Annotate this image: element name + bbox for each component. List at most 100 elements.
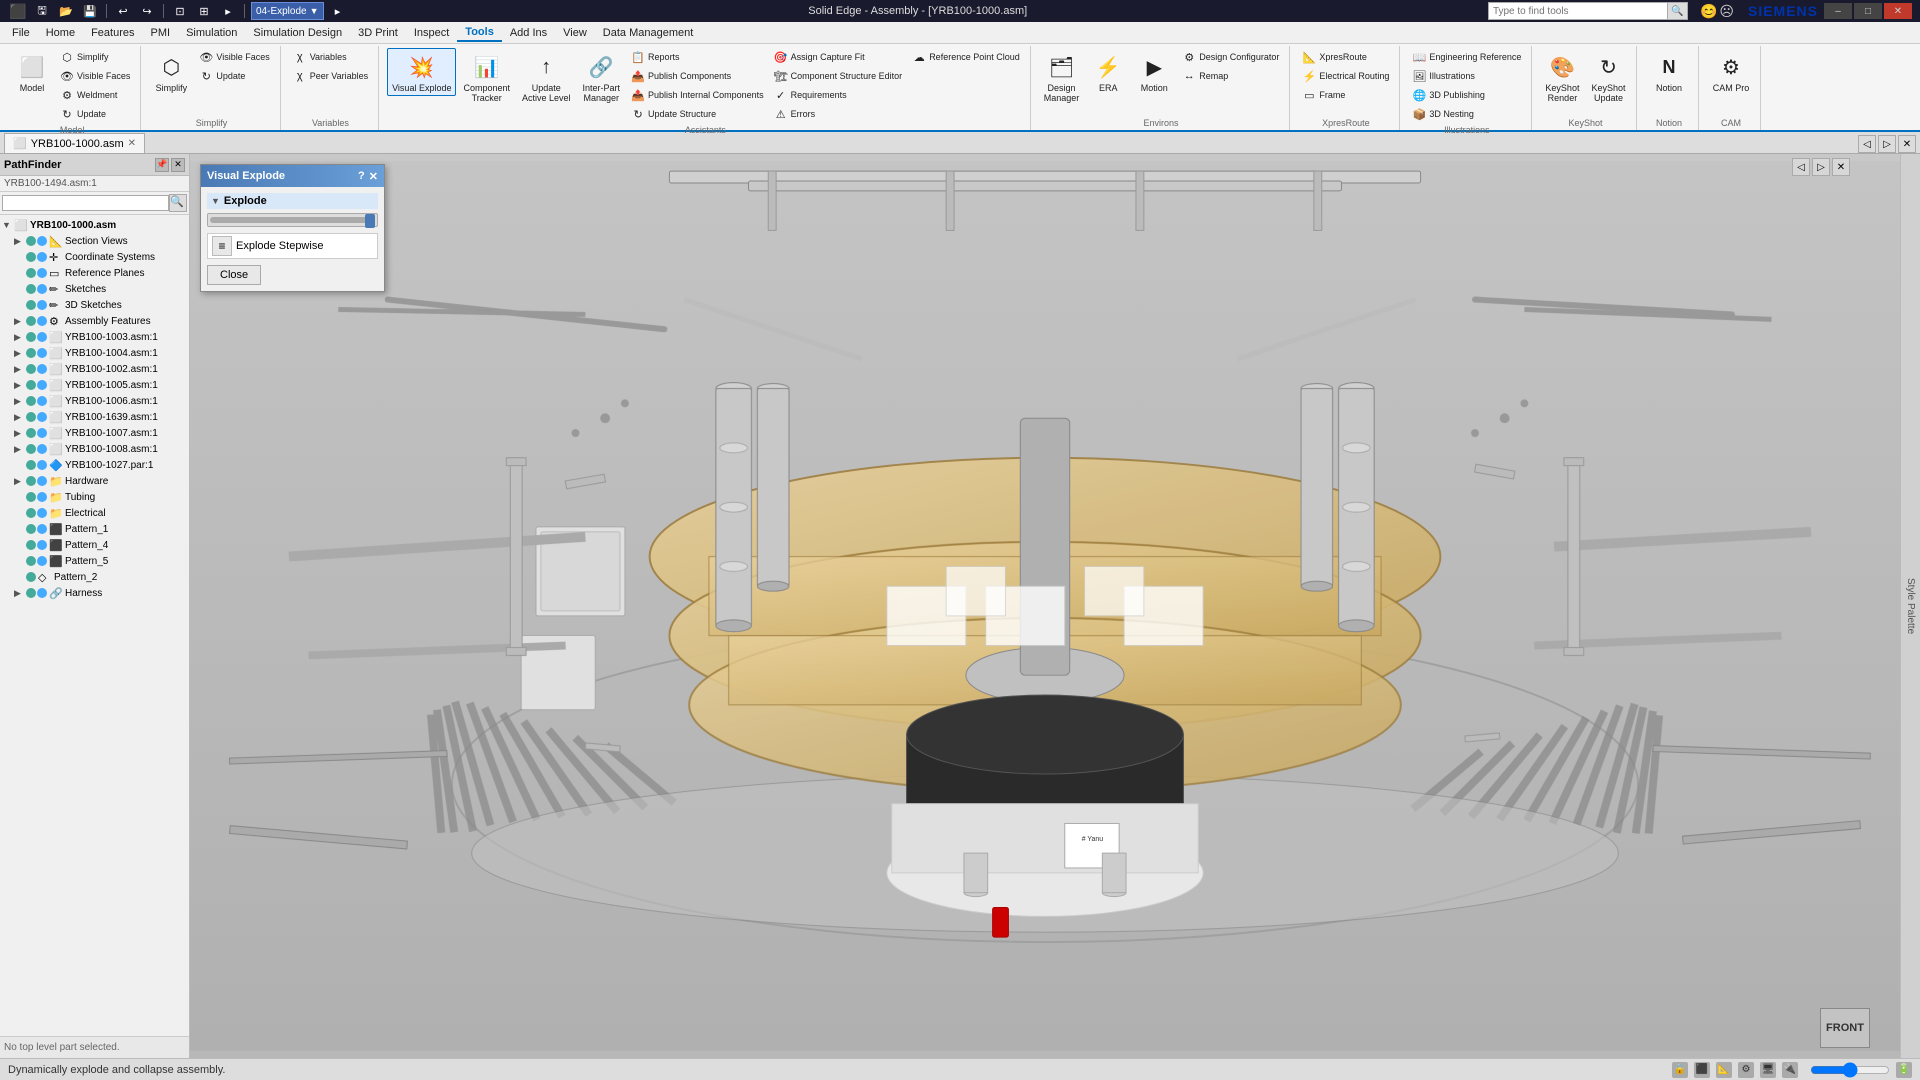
menu-data-mgmt[interactable]: Data Management	[595, 25, 702, 41]
publish-internal-button[interactable]: 📤 Publish Internal Components	[627, 86, 768, 104]
inter-part-manager-button[interactable]: 🔗 Inter-PartManager	[578, 48, 626, 106]
engineering-ref-button[interactable]: 📖 Engineering Reference	[1408, 48, 1525, 66]
tree-node-3d-sketches[interactable]: ✏ 3D Sketches	[2, 297, 187, 313]
xpresroute-button[interactable]: 📐 XpresRoute	[1298, 48, 1393, 66]
1004-expand[interactable]: ▶	[14, 348, 26, 359]
simplify-lg-button[interactable]: ⬡ Simplify	[149, 48, 193, 96]
visible-faces-button[interactable]: 👁 Visible Faces	[56, 67, 134, 85]
menu-simulation[interactable]: Simulation	[178, 25, 245, 41]
tree-node-1005[interactable]: ▶ ⬜ YRB100-1005.asm:1	[2, 377, 187, 393]
frame-button[interactable]: ▭ Frame	[1298, 86, 1393, 104]
tree-search-input[interactable]	[2, 195, 169, 211]
tree-node-electrical[interactable]: 📁 Electrical	[2, 505, 187, 521]
1008-expand[interactable]: ▶	[14, 444, 26, 455]
tree-node-ref-planes[interactable]: ▭ Reference Planes	[2, 265, 187, 281]
root-expand[interactable]: ▼	[2, 220, 14, 230]
status-icon-1[interactable]: 🔒	[1672, 1062, 1688, 1078]
tree-node-pattern1[interactable]: ⬛ Pattern_1	[2, 521, 187, 537]
explode-slider[interactable]	[207, 213, 378, 227]
1007-expand[interactable]: ▶	[14, 428, 26, 439]
qat-new[interactable]: 🖫	[32, 2, 52, 20]
tree-node-1007[interactable]: ▶ ⬜ YRB100-1007.asm:1	[2, 425, 187, 441]
1006-expand[interactable]: ▶	[14, 396, 26, 407]
tree-node-1008[interactable]: ▶ ⬜ YRB100-1008.asm:1	[2, 441, 187, 457]
update-structure-button[interactable]: ↻ Update Structure	[627, 105, 768, 123]
notion-button[interactable]: N Notion	[1647, 48, 1691, 96]
update-active-level-button[interactable]: ↑ UpdateActive Level	[517, 48, 576, 106]
qat-btn5[interactable]: ▸	[218, 2, 238, 20]
update-sm-button[interactable]: ↻ Update	[195, 67, 273, 85]
status-icon-3[interactable]: 📐	[1716, 1062, 1732, 1078]
menu-addins[interactable]: Add Ins	[502, 25, 555, 41]
sv-expand[interactable]: ▶	[14, 236, 26, 247]
pathfinder-pin[interactable]: 📌	[155, 158, 169, 172]
find-button[interactable]: 🔍	[1668, 2, 1688, 20]
af-expand[interactable]: ▶	[14, 316, 26, 327]
status-icon-2[interactable]: ⬛	[1694, 1062, 1710, 1078]
reports-button[interactable]: 📋 Reports	[627, 48, 768, 66]
menu-3dprint[interactable]: 3D Print	[350, 25, 406, 41]
era-button[interactable]: ⚡ ERA	[1086, 48, 1130, 96]
1003-expand[interactable]: ▶	[14, 332, 26, 343]
status-icon-6[interactable]: 🔌	[1782, 1062, 1798, 1078]
tree-node-sketches[interactable]: ✏ Sketches	[2, 281, 187, 297]
keyshot-render-button[interactable]: 🎨 KeyShotRender	[1540, 48, 1584, 106]
component-tracker-button[interactable]: 📊 ComponentTracker	[458, 48, 515, 106]
doc-tab-yrb100[interactable]: ⬜ YRB100-1000.asm ✕	[4, 133, 145, 153]
view-nav-forward[interactable]: ▷	[1878, 135, 1896, 153]
tree-node-1003[interactable]: ▶ ⬜ YRB100-1003.asm:1	[2, 329, 187, 345]
remap-button[interactable]: ↔ Remap	[1178, 67, 1283, 85]
visual-explode-button[interactable]: 💥 Visual Explode	[387, 48, 456, 96]
tree-node-1002[interactable]: ▶ ⬜ YRB100-1002.asm:1	[2, 361, 187, 377]
illustrations-button[interactable]: 🖼 Illustrations	[1408, 67, 1525, 85]
1002-expand[interactable]: ▶	[14, 364, 26, 375]
menu-sim-design[interactable]: Simulation Design	[245, 25, 350, 41]
weldment-button[interactable]: ⚙ Weldment	[56, 86, 134, 104]
simplify-button[interactable]: ⬡ Simplify	[56, 48, 134, 66]
maximize-button[interactable]: □	[1854, 3, 1882, 19]
peer-variables-button[interactable]: χ Peer Variables	[289, 67, 372, 85]
qat-expand[interactable]: ▸	[328, 2, 348, 20]
1005-expand[interactable]: ▶	[14, 380, 26, 391]
doc-tab-close[interactable]: ✕	[128, 138, 136, 149]
find-input[interactable]	[1488, 2, 1668, 20]
hw-expand[interactable]: ▶	[14, 476, 26, 487]
menu-file[interactable]: File	[4, 25, 38, 41]
qat-undo[interactable]: ↩	[113, 2, 133, 20]
zoom-slider[interactable]	[1810, 1064, 1890, 1076]
tree-node-tubing[interactable]: 📁 Tubing	[2, 489, 187, 505]
1639-expand[interactable]: ▶	[14, 412, 26, 423]
view-nav-close[interactable]: ✕	[1898, 135, 1916, 153]
smiley-sad[interactable]: ☹	[1719, 3, 1734, 20]
view-nav-back[interactable]: ◁	[1858, 135, 1876, 153]
tree-node-1006[interactable]: ▶ ⬜ YRB100-1006.asm:1	[2, 393, 187, 409]
electrical-routing-button[interactable]: ⚡ Electrical Routing	[1298, 67, 1393, 85]
menu-features[interactable]: Features	[83, 25, 142, 41]
3d-nesting-button[interactable]: 📦 3D Nesting	[1408, 105, 1525, 123]
keyshot-update-button[interactable]: ↻ KeyShotUpdate	[1586, 48, 1630, 106]
publish-components-button[interactable]: 📤 Publish Components	[627, 67, 768, 85]
viewport-close-button[interactable]: ✕	[1832, 158, 1850, 176]
qat-btn4[interactable]: ⊞	[194, 2, 214, 20]
menu-inspect[interactable]: Inspect	[406, 25, 457, 41]
explode-stepwise-row[interactable]: ≡ Explode Stepwise	[207, 233, 378, 259]
dialog-help-button[interactable]: ?	[358, 170, 365, 183]
tree-node-coord-systems[interactable]: ✛ Coordinate Systems	[2, 249, 187, 265]
tree-node-asm-features[interactable]: ▶ ⚙ Assembly Features	[2, 313, 187, 329]
explode-close-button[interactable]: Close	[207, 265, 261, 285]
status-icon-5[interactable]: 🖥	[1760, 1062, 1776, 1078]
close-button[interactable]: ✕	[1884, 3, 1912, 19]
tree-node-pattern5[interactable]: ⬛ Pattern_5	[2, 553, 187, 569]
3d-publishing-button[interactable]: 🌐 3D Publishing	[1408, 86, 1525, 104]
viewport-forward-button[interactable]: ▷	[1812, 158, 1830, 176]
menu-pmi[interactable]: PMI	[143, 25, 179, 41]
tree-node-1027[interactable]: 🔷 YRB100-1027.par:1	[2, 457, 187, 473]
qat-btn3[interactable]: ⊡	[170, 2, 190, 20]
vis-faces-sm-button[interactable]: 👁 Visible Faces	[195, 48, 273, 66]
design-config-button[interactable]: ⚙ Design Configurator	[1178, 48, 1283, 66]
tree-node-hardware[interactable]: ▶ 📁 Hardware	[2, 473, 187, 489]
tree-node-section-views[interactable]: ▶ 📐 Section Views	[2, 233, 187, 249]
tree-node-1004[interactable]: ▶ ⬜ YRB100-1004.asm:1	[2, 345, 187, 361]
smiley-happy[interactable]: 😊	[1700, 3, 1717, 20]
tree-node-pattern2[interactable]: ◇ Pattern_2	[2, 569, 187, 585]
